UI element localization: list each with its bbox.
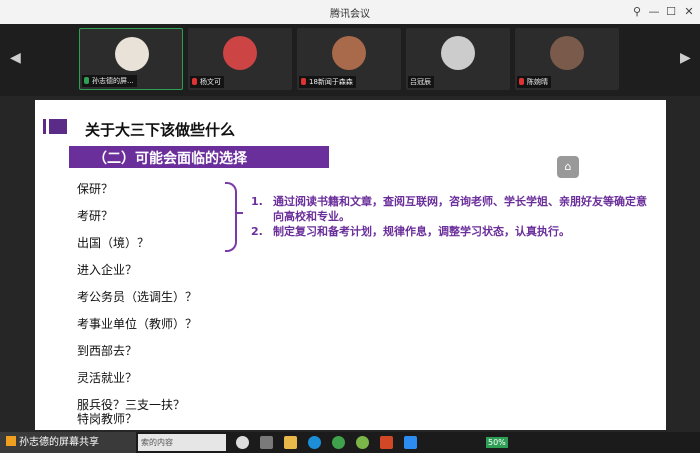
maximize-button[interactable]: ☐ — [662, 3, 680, 21]
mic-muted-icon — [301, 78, 306, 85]
mic-icon — [84, 77, 89, 84]
meeting-app-icon[interactable] — [404, 436, 417, 449]
note-number: 1. — [251, 195, 263, 208]
minimize-button[interactable]: — — [645, 3, 663, 21]
share-label: 孙志德的屏幕共享 — [19, 437, 99, 448]
list-item: 考事业单位（教师）？ — [77, 317, 198, 331]
slide-title: 关于大三下该做些什么 — [85, 121, 236, 139]
participant-name-bar: 18新闻于森森 — [299, 76, 356, 88]
participant-name-bar: 孙志德的屏... — [82, 75, 137, 87]
mic-muted-icon — [519, 78, 524, 85]
list-item: 保研？ — [77, 182, 114, 196]
note-item: 1. 通过阅读书籍和文章，查阅互联网，咨询老师、学长学姐、亲朋好友等确定意向高校… — [251, 194, 651, 224]
list-item: 到西部去？ — [77, 344, 138, 358]
note-number: 2. — [251, 225, 263, 238]
curly-brace — [225, 182, 237, 252]
participant-tile[interactable]: 18新闻于森森 — [297, 28, 401, 90]
meeting-window: 腾讯会议 ⚲ — ☐ ✕ ◀ 孙志德的屏... 杨文可 18新闻于森森 吕冠辰 … — [0, 0, 700, 453]
list-item: 灵活就业？ — [77, 371, 138, 385]
powerpoint-icon[interactable] — [380, 436, 393, 449]
avatar — [115, 37, 149, 71]
title-marker — [43, 119, 46, 134]
lock-icon[interactable]: ⌂ — [557, 156, 579, 178]
participant-name: 孙志德的屏... — [92, 77, 134, 85]
participant-tile[interactable]: 孙志德的屏... — [79, 28, 183, 90]
chevron-left-icon[interactable]: ◀ — [10, 50, 21, 66]
chat-app-icon[interactable] — [332, 436, 345, 449]
desktop-icon[interactable] — [260, 436, 273, 449]
taskbar-search-input[interactable]: 索的内容 — [138, 434, 226, 451]
pin-icon[interactable]: ⚲ — [628, 3, 646, 21]
participant-name-bar: 杨文可 — [190, 76, 224, 88]
participant-name-bar: 吕冠辰 — [408, 76, 434, 88]
participant-name-bar: 陈婉晴 — [517, 76, 551, 88]
participant-tile[interactable]: 吕冠辰 — [406, 28, 510, 90]
window-title: 腾讯会议 — [330, 9, 370, 20]
note-text: 通过阅读书籍和文章，查阅互联网，咨询老师、学长学姐、亲朋好友等确定意向高校和专业… — [273, 195, 647, 223]
list-item: 特岗教师？ — [77, 412, 138, 426]
list-item: 考公务员（选调生）？ — [77, 290, 198, 304]
close-button[interactable]: ✕ — [680, 3, 698, 21]
avatar — [332, 36, 366, 70]
note-text: 制定复习和备考计划，规律作息，调整学习状态，认真执行。 — [273, 225, 570, 238]
participant-name: 吕冠辰 — [410, 78, 431, 86]
list-item: 出国（境）？ — [77, 236, 150, 250]
app-icon[interactable] — [356, 436, 369, 449]
avatar — [223, 36, 257, 70]
edge-browser-icon[interactable] — [308, 436, 321, 449]
task-view-icon[interactable] — [236, 436, 249, 449]
file-explorer-icon[interactable] — [284, 436, 297, 449]
participant-name: 18新闻于森森 — [309, 78, 353, 86]
screen-share-indicator[interactable]: 孙志德的屏幕共享 — [0, 432, 136, 453]
battery-indicator: 50% — [486, 437, 508, 448]
title-marker — [49, 119, 67, 134]
taskbar: 孙志德的屏幕共享 索的内容 50% — [0, 432, 700, 453]
list-item: 考研？ — [77, 209, 114, 223]
shared-slide: 关于大三下该做些什么 （二）可能会面临的选择 ⌂ 保研？ 考研？ 出国（境）？ … — [35, 100, 666, 430]
participant-tile[interactable]: 杨文可 — [188, 28, 292, 90]
participant-name: 杨文可 — [200, 78, 221, 86]
mic-muted-icon — [192, 78, 197, 85]
notes-list: 1. 通过阅读书籍和文章，查阅互联网，咨询老师、学长学姐、亲朋好友等确定意向高校… — [251, 194, 651, 239]
slide-subtitle: （二）可能会面临的选择 — [93, 151, 247, 167]
share-icon — [6, 436, 16, 446]
curly-brace-tip — [235, 212, 243, 214]
participant-tile[interactable]: 陈婉晴 — [515, 28, 619, 90]
note-item: 2. 制定复习和备考计划，规律作息，调整学习状态，认真执行。 — [251, 224, 651, 239]
participant-strip: ◀ 孙志德的屏... 杨文可 18新闻于森森 吕冠辰 陈婉晴 ▶ — [0, 24, 700, 96]
avatar — [550, 36, 584, 70]
participant-name: 陈婉晴 — [527, 78, 548, 86]
title-bar: 腾讯会议 ⚲ — ☐ ✕ — [0, 0, 700, 24]
avatar — [441, 36, 475, 70]
list-item: 进入企业？ — [77, 263, 138, 277]
chevron-right-icon[interactable]: ▶ — [680, 50, 691, 66]
